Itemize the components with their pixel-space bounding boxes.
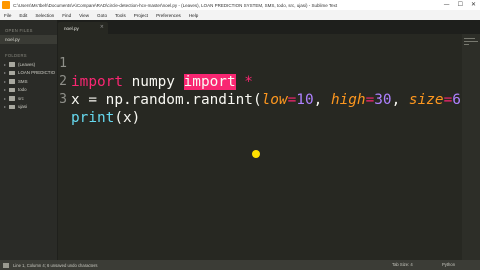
operator: = — [287, 92, 297, 108]
maximize-button[interactable]: ☐ — [458, 0, 463, 10]
code-line-3: 3 print(x) — [58, 71, 140, 126]
open-files-header: OPEN FILES — [5, 28, 33, 33]
menu-find[interactable]: Find — [62, 13, 71, 18]
menu-view[interactable]: View — [79, 13, 89, 18]
folder-item[interactable]: ▸ src — [0, 94, 57, 103]
menu-preferences[interactable]: Preferences — [156, 13, 181, 18]
wildcard: * — [235, 74, 253, 90]
folder-label: ujasi — [18, 104, 28, 110]
menu-selection[interactable]: Selection — [35, 13, 54, 18]
folder-label: LOAN PREDICTIO — [18, 70, 56, 76]
window-title: C:\Users\Ms'Ibeh\Documents\A\Compare\RAD… — [13, 2, 338, 8]
menu-goto[interactable]: Goto — [97, 13, 107, 18]
folder-icon — [9, 79, 15, 84]
module-name: numpy — [122, 74, 184, 90]
keyword-import-error: import — [183, 74, 236, 90]
code-text: , — [313, 92, 331, 108]
tab-noel-py[interactable]: noel.py × — [58, 22, 108, 34]
folder-item[interactable]: ▸ todo — [0, 86, 57, 95]
line-code: x = np.random.randint(low=10, high=30, s… — [71, 91, 470, 110]
window-controls: — ☐ ✕ — [444, 0, 476, 10]
folder-label: (Leaves) — [18, 61, 36, 67]
operator: = — [365, 92, 375, 108]
folder-icon — [9, 96, 15, 101]
line-number: 3 — [59, 92, 67, 107]
folder-item[interactable]: ▸ ujasi — [0, 103, 57, 112]
number-literal: 6 — [452, 92, 461, 108]
folder-label: src — [18, 95, 24, 101]
line-code: print(x) — [71, 109, 140, 128]
status-bar: Line 1, Column 4; 6 unsaved undo charact… — [0, 260, 480, 270]
number-literal: 30 — [374, 92, 392, 108]
sublime-app-icon — [2, 1, 10, 9]
param-low: low — [261, 92, 288, 108]
open-file-item[interactable]: noel.py — [0, 35, 57, 44]
folder-item[interactable]: ▸ SMS — [0, 77, 57, 86]
minimap-line — [464, 44, 469, 45]
title-bar: C:\Users\Ms'Ibeh\Documents\A\Compare\RAD… — [0, 0, 480, 10]
code-line-1: 1 import numpy import * — [58, 35, 253, 90]
code-text: (x) — [114, 110, 141, 126]
sidebar: OPEN FILES noel.py FOLDERS ▸ (Leaves) ▸ … — [0, 20, 58, 260]
close-button[interactable]: ✕ — [471, 0, 476, 10]
code-editor[interactable]: 1 import numpy import * 2 x = np.random.… — [58, 34, 470, 260]
minimap-line — [464, 41, 478, 42]
folder-icon — [9, 87, 15, 92]
menu-help[interactable]: Help — [189, 13, 198, 18]
folder-label: SMS — [18, 78, 28, 84]
line-code: import numpy import * — [71, 73, 253, 92]
panel-toggle-icon[interactable] — [3, 262, 9, 268]
code-line-2: 2 x = np.random.randint(low=10, high=30,… — [58, 53, 469, 108]
folder-icon — [9, 70, 15, 75]
folders-header: FOLDERS — [5, 53, 27, 58]
folder-icon — [9, 62, 15, 67]
minimize-button[interactable]: — — [444, 0, 450, 10]
operator: = — [443, 92, 453, 108]
menu-edit[interactable]: Edit — [19, 13, 27, 18]
param-size: size — [408, 92, 444, 108]
function-print: print — [71, 110, 115, 126]
tab-size-indicator[interactable]: Tab Size: 4 — [392, 260, 413, 270]
code-text: x = np.random.randint( — [71, 92, 262, 108]
tab-bar: noel.py × — [58, 20, 480, 34]
folder-item[interactable]: ▸ (Leaves) — [0, 60, 57, 69]
menu-file[interactable]: File — [4, 13, 11, 18]
number-literal: 10 — [296, 92, 314, 108]
menu-project[interactable]: Project — [134, 13, 148, 18]
syntax-indicator[interactable]: Python — [442, 260, 455, 270]
tab-close-icon[interactable]: × — [100, 24, 104, 30]
folder-icon — [9, 104, 15, 109]
minimap-line — [464, 38, 475, 39]
minimap[interactable] — [462, 34, 480, 260]
param-high: high — [330, 92, 366, 108]
cursor-position-status: Line 1, Column 4; 6 unsaved undo charact… — [13, 262, 98, 268]
mouse-cursor-highlight — [252, 150, 260, 158]
code-text: , — [391, 92, 409, 108]
folder-label: todo — [18, 87, 27, 93]
folder-item[interactable]: ▸ LOAN PREDICTIO — [0, 69, 57, 78]
menu-bar: File Edit Selection Find View Goto Tools… — [0, 10, 480, 20]
menu-tools[interactable]: Tools — [115, 13, 126, 18]
tab-label: noel.py — [64, 25, 79, 31]
